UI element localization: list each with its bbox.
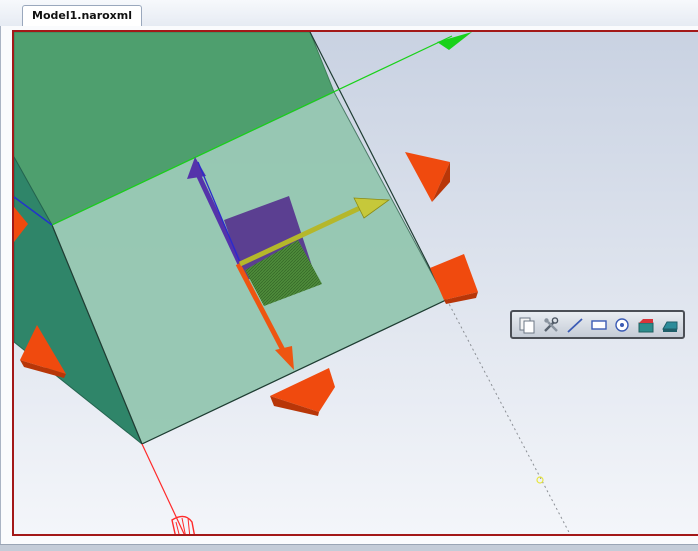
scene-canvas[interactable]	[14, 32, 698, 536]
line-icon	[567, 317, 583, 333]
circle-tool-button[interactable]	[611, 315, 633, 335]
tab-model1[interactable]: Model1.naroxml	[22, 5, 143, 26]
3d-viewport[interactable]	[12, 30, 698, 536]
plane-icon	[662, 321, 678, 332]
line-tool-button[interactable]	[564, 315, 586, 335]
copy-tool-button[interactable]	[516, 315, 538, 335]
copy-icon	[519, 317, 535, 333]
rectangle-tool-button[interactable]	[588, 315, 610, 335]
extrude-tool-button[interactable]	[635, 315, 657, 335]
extrude-icon	[638, 318, 654, 332]
document-tab-strip: Model1.naroxml	[0, 0, 698, 27]
circle-icon	[615, 317, 630, 332]
sketch-mini-toolbar	[510, 310, 685, 339]
tools-tool-button[interactable]	[540, 315, 562, 335]
plane-tool-button[interactable]	[659, 315, 681, 335]
tools-icon	[543, 316, 559, 332]
rectangle-icon	[590, 319, 607, 330]
